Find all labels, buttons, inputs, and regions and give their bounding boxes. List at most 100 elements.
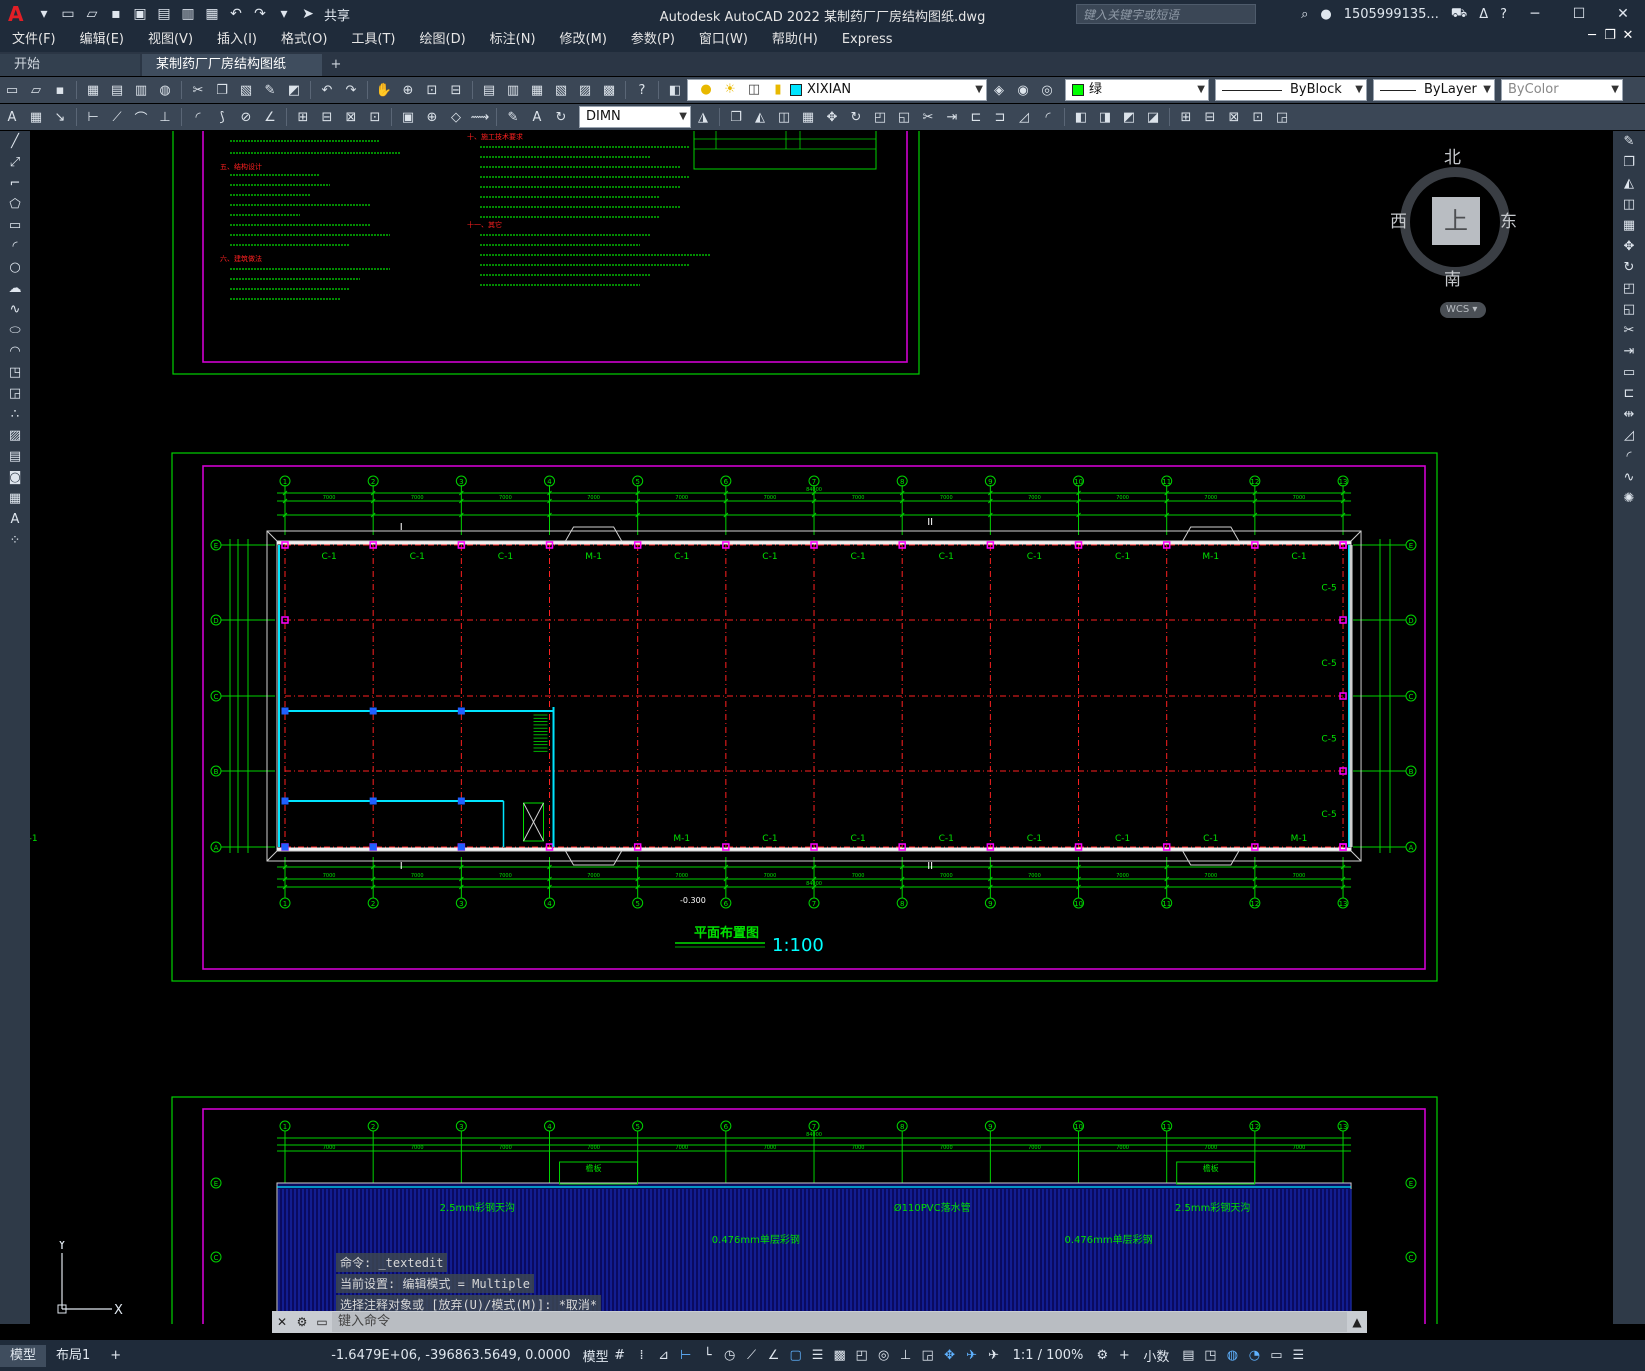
continue-icon[interactable]: ⊠ xyxy=(341,107,361,127)
calculator-icon[interactable]: ▩ xyxy=(599,80,619,100)
modify-mirror-icon[interactable]: ◭ xyxy=(750,107,770,127)
menu-help[interactable]: 帮助(H) xyxy=(760,28,830,52)
jogged-linear-icon[interactable]: ⟿ xyxy=(470,107,490,127)
arc-length-icon[interactable]: ⌒ xyxy=(131,107,151,127)
quick-dim-icon[interactable]: ⊞ xyxy=(293,107,313,127)
center-mark-icon[interactable]: ⊕ xyxy=(422,107,442,127)
help-icon[interactable]: ? xyxy=(1500,7,1507,22)
rectangle-icon[interactable]: ▭ xyxy=(0,215,30,236)
add-selected-icon[interactable]: ⁘ xyxy=(0,530,30,551)
annotation-monitor-icon[interactable]: + xyxy=(1113,1348,1135,1363)
design-center-icon[interactable]: ▥ xyxy=(503,80,523,100)
move-icon[interactable]: ✥ xyxy=(1613,236,1645,257)
region-icon[interactable]: ◙ xyxy=(0,467,30,488)
save-icon[interactable]: ▪ xyxy=(106,4,126,24)
hatch-icon[interactable]: ▨ xyxy=(0,425,30,446)
menu-parametric[interactable]: 参数(P) xyxy=(619,28,687,52)
modify-offset-icon[interactable]: ◫ xyxy=(774,107,794,127)
pan-icon[interactable]: ✋ xyxy=(374,80,394,100)
insert-block-icon[interactable]: ⊞ xyxy=(1176,107,1196,127)
new-icon[interactable]: ▭ xyxy=(2,80,22,100)
dim-edit-icon[interactable]: ✎ xyxy=(503,107,523,127)
doc-minimize-button[interactable]: ─ xyxy=(1583,28,1601,43)
arc-icon[interactable]: ◜ xyxy=(0,236,30,257)
save-icon[interactable]: ▪ xyxy=(50,80,70,100)
zoom-realtime-icon[interactable]: ⊕ xyxy=(398,80,418,100)
break-icon[interactable]: ⊏ xyxy=(1613,383,1645,404)
modify-rotate-icon[interactable]: ↻ xyxy=(846,107,866,127)
share-icon[interactable]: ➤ xyxy=(298,4,318,24)
ellipse-icon[interactable]: ⬭ xyxy=(0,320,30,341)
baseline-icon[interactable]: ⊟ xyxy=(317,107,337,127)
polar-icon[interactable]: ◷ xyxy=(719,1348,741,1363)
recent-commands-icon[interactable]: ▭ xyxy=(312,1315,332,1329)
stretch-icon[interactable]: ◱ xyxy=(1613,299,1645,320)
menu-format[interactable]: 格式(O) xyxy=(269,28,339,52)
xref-icon[interactable]: ◲ xyxy=(1272,107,1292,127)
close-icon[interactable]: ✕ xyxy=(272,1315,292,1329)
match-properties-icon[interactable]: ✎ xyxy=(260,80,280,100)
help-icon[interactable]: ? xyxy=(632,80,652,100)
grid-icon[interactable]: # xyxy=(609,1348,631,1363)
open-folder-icon[interactable]: ▱ xyxy=(82,4,102,24)
plot-icon[interactable]: ▦ xyxy=(83,80,103,100)
lineweight-icon[interactable]: ☰ xyxy=(807,1348,829,1363)
modify-join-icon[interactable]: ⊐ xyxy=(990,107,1010,127)
command-input[interactable]: 键入命令 xyxy=(332,1312,1347,1332)
circle-icon[interactable]: ○ xyxy=(0,257,30,278)
3d-osnap-icon[interactable]: ◎ xyxy=(873,1348,895,1363)
plot-icon[interactable]: ▦ xyxy=(202,4,222,24)
autocad-logo-icon[interactable]: A xyxy=(8,3,30,25)
menu-express[interactable]: Express xyxy=(830,28,905,52)
polyline-icon[interactable]: ⌐ xyxy=(0,173,30,194)
selection-cycling-icon[interactable]: ◰ xyxy=(851,1348,873,1363)
dim-update-icon[interactable]: ↻ xyxy=(551,107,571,127)
space-icon[interactable]: ⊡ xyxy=(365,107,385,127)
share-button[interactable]: 共享 xyxy=(324,5,350,24)
construction-line-icon[interactable]: ⤢ xyxy=(0,152,30,173)
ordinate-icon[interactable]: ⊥ xyxy=(155,107,175,127)
layer-properties-icon[interactable]: ◧ xyxy=(665,80,685,100)
tolerance-icon[interactable]: ▣ xyxy=(398,107,418,127)
menu-tools[interactable]: 工具(T) xyxy=(339,28,407,52)
quick-properties-icon[interactable]: ▤ xyxy=(1177,1348,1199,1363)
menu-modify[interactable]: 修改(M) xyxy=(548,28,619,52)
attribute-icon[interactable]: ⊡ xyxy=(1248,107,1268,127)
spline-icon[interactable]: ∿ xyxy=(0,299,30,320)
maximize-button[interactable]: ☐ xyxy=(1563,6,1595,22)
redo-icon[interactable]: ↷ xyxy=(250,4,270,24)
new-tab-button[interactable]: + xyxy=(324,54,348,76)
tab-drawing[interactable]: 某制药厂厂房结构图纸*✕ xyxy=(142,54,322,94)
clean-screen-icon[interactable]: ▭ xyxy=(1265,1348,1287,1363)
markup-icon[interactable]: ▨ xyxy=(575,80,595,100)
modify-chamfer-icon[interactable]: ◿ xyxy=(1014,107,1034,127)
isolate-objects-icon[interactable]: ◍ xyxy=(1221,1348,1243,1363)
compass-south[interactable]: 南 xyxy=(1444,265,1461,290)
customization-icon[interactable]: ☰ xyxy=(1287,1348,1309,1363)
aligned-dim-icon[interactable]: ⟋ xyxy=(107,107,127,127)
create-block-icon[interactable]: ⊟ xyxy=(1200,107,1220,127)
customize-icon[interactable]: ⚙ xyxy=(292,1315,312,1329)
dynamic-ucs-icon[interactable]: ⊥ xyxy=(895,1348,917,1363)
object-snap-tracking-icon[interactable]: ∠ xyxy=(763,1348,785,1363)
radius-icon[interactable]: ◜ xyxy=(188,107,208,127)
table-icon[interactable]: ▦ xyxy=(0,488,30,509)
cart-icon[interactable]: ⛟ xyxy=(1451,6,1467,23)
modify-stretch-icon[interactable]: ◱ xyxy=(894,107,914,127)
menu-edit[interactable]: 编辑(E) xyxy=(68,28,136,52)
dimstyle-dropdown[interactable]: DIMN ▼ xyxy=(579,106,691,128)
modify-copy-icon[interactable]: ❐ xyxy=(726,107,746,127)
workspace-gear-icon[interactable]: ⚙ xyxy=(1091,1348,1113,1363)
3d-print-icon[interactable]: ◍ xyxy=(155,80,175,100)
attach-icon[interactable]: ⊠ xyxy=(1224,107,1244,127)
jogged-icon[interactable]: ⟆ xyxy=(212,107,232,127)
isodraft-icon[interactable]: ⟋ xyxy=(741,1348,763,1363)
publish-icon[interactable]: ▥ xyxy=(131,80,151,100)
compass-north[interactable]: 北 xyxy=(1444,143,1461,168)
draw-order-icon[interactable]: ◧ xyxy=(1071,107,1091,127)
paste-icon[interactable]: ▧ xyxy=(236,80,256,100)
compass-east[interactable]: 东 xyxy=(1500,207,1517,232)
mirror-icon[interactable]: ◭ xyxy=(1613,173,1645,194)
gradient-icon[interactable]: ▤ xyxy=(0,446,30,467)
annotation-scale[interactable]: 1:1 / 100% xyxy=(1013,1348,1084,1363)
